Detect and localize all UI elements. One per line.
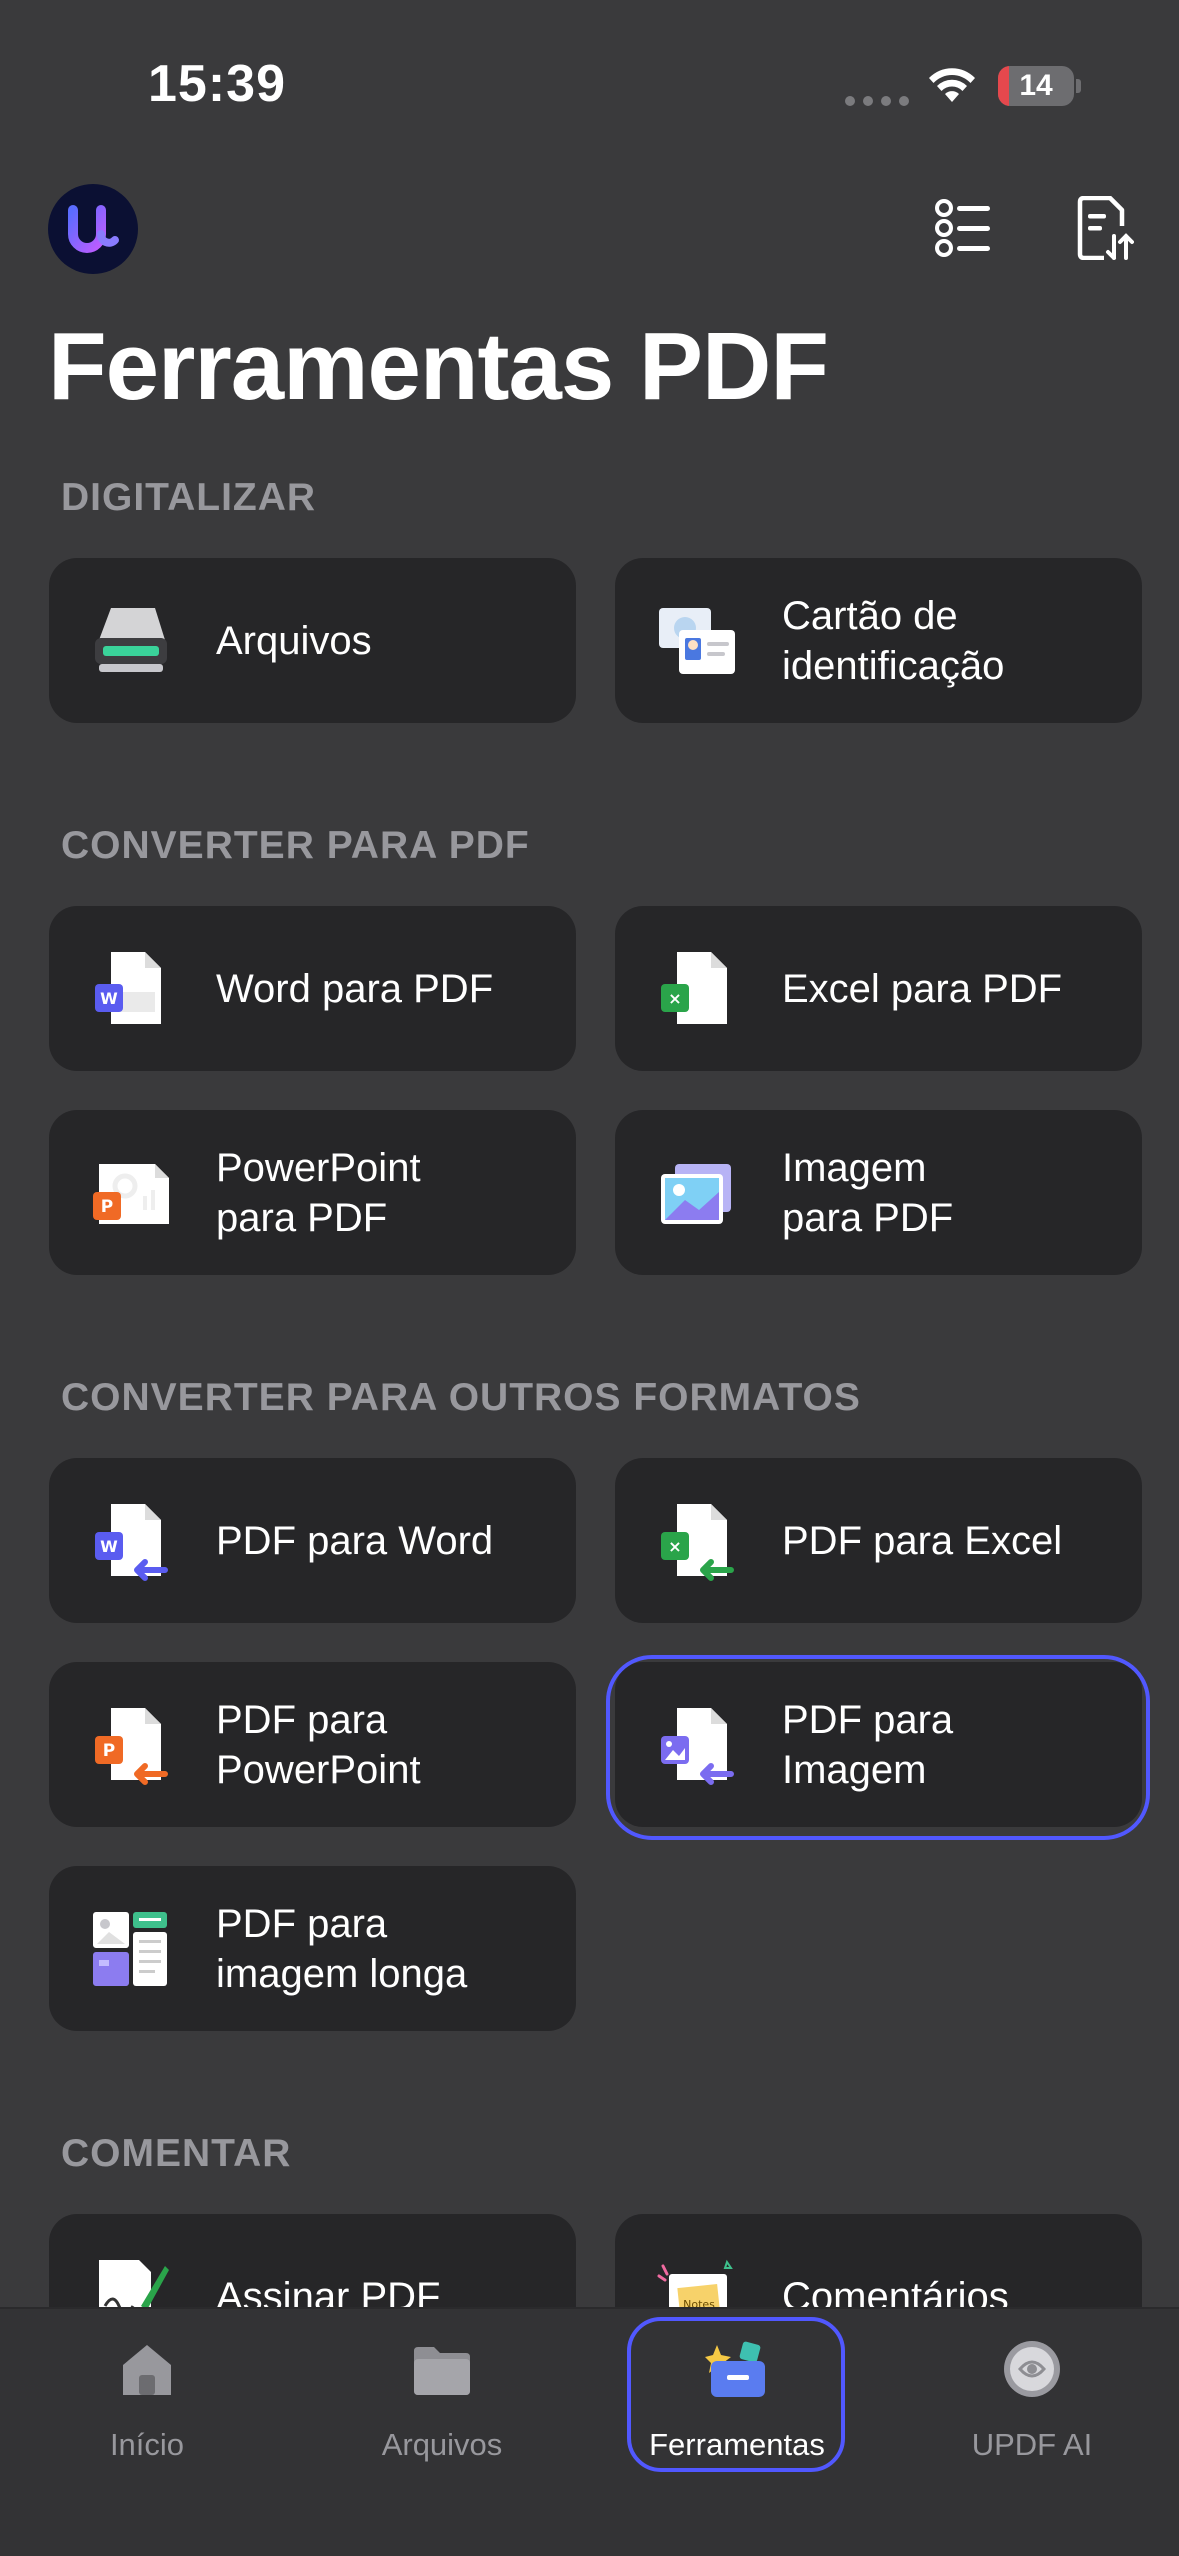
list-view-icon[interactable]	[934, 196, 994, 260]
tab-label: Arquivos	[381, 2427, 503, 2462]
section-title-convert-to-other: CONVERTER PARA OUTROS FORMATOS	[61, 1376, 861, 1419]
svg-text:×: ×	[668, 989, 681, 1008]
tab-files[interactable]: Arquivos	[322, 2309, 562, 2489]
tool-label: PDF para Imagem	[782, 1698, 954, 1792]
tool-label: Word para PDF	[216, 967, 494, 1011]
folder-icon	[414, 2347, 470, 2395]
tool-pdf-to-powerpoint[interactable]: P PDF para PowerPoint	[49, 1662, 576, 1827]
tab-selection-highlight	[627, 2317, 845, 2472]
tab-label: Início	[109, 2427, 185, 2462]
powerpoint-doc-icon: P	[93, 1164, 169, 1224]
scanner-icon	[95, 608, 167, 672]
pdf-to-image-icon	[661, 1708, 734, 1785]
tool-label: Cartão de identificação	[782, 594, 1005, 688]
updf-logo-icon	[68, 205, 119, 253]
tool-excel-to-pdf[interactable]: × Excel para PDF	[615, 906, 1142, 1071]
tab-home[interactable]: Início	[27, 2309, 267, 2489]
document-sort-icon[interactable]	[1074, 196, 1134, 260]
svg-text:P: P	[101, 1197, 113, 1217]
tool-pdf-to-image[interactable]: PDF para Imagem	[615, 1662, 1142, 1827]
tool-label: PDF para Excel	[782, 1519, 1063, 1563]
section-title-convert-to-pdf: CONVERTER PARA PDF	[61, 824, 530, 867]
tab-bar: Início Arquivos Ferramentas UPDF AI	[0, 2307, 1179, 2556]
tool-word-to-pdf[interactable]: W Word para PDF	[49, 906, 576, 1071]
pdf-to-powerpoint-icon: P	[95, 1708, 168, 1785]
tool-label: Arquivos	[216, 619, 372, 663]
tool-label: PowerPoint para PDF	[216, 1146, 421, 1240]
tool-label: PDF para PowerPoint	[216, 1698, 421, 1792]
tab-label: UPDF AI	[971, 2427, 1093, 2462]
tool-pdf-to-word[interactable]: W PDF para Word	[49, 1458, 576, 1623]
tool-label: PDF para Word	[216, 1519, 494, 1563]
battery-indicator: 14	[998, 66, 1081, 106]
ai-assistant-icon	[1004, 2341, 1060, 2397]
svg-text:×: ×	[668, 1537, 681, 1556]
pdf-to-excel-icon: ×	[661, 1504, 734, 1581]
status-bar: 15:39 14	[0, 0, 1179, 170]
tool-scan-files[interactable]: Arquivos	[49, 558, 576, 723]
page-title: Ferramentas PDF	[48, 313, 829, 420]
home-icon	[123, 2345, 171, 2395]
word-doc-icon: W	[95, 952, 161, 1024]
tool-powerpoint-to-pdf[interactable]: P PowerPoint para PDF	[49, 1110, 576, 1275]
tool-pdf-to-excel[interactable]: × PDF para Excel	[615, 1458, 1142, 1623]
status-time: 15:39	[148, 55, 286, 113]
wifi-icon	[929, 68, 975, 102]
excel-doc-icon: ×	[661, 952, 727, 1024]
long-image-icon	[93, 1912, 167, 1986]
section-title-scan: DIGITALIZAR	[61, 476, 317, 519]
section-title-comment: COMENTAR	[61, 2132, 292, 2175]
tab-updf-ai[interactable]: UPDF AI	[912, 2309, 1152, 2489]
app-logo-button[interactable]	[48, 184, 138, 274]
image-gallery-icon	[661, 1164, 731, 1224]
svg-text:W: W	[100, 1537, 118, 1556]
svg-text:W: W	[100, 989, 118, 1008]
tool-scan-id-card[interactable]: Cartão de identificação	[615, 558, 1142, 723]
tool-label: PDF para imagem longa	[216, 1902, 468, 1996]
battery-level: 14	[1019, 69, 1053, 102]
tool-image-to-pdf[interactable]: Imagem para PDF	[615, 1110, 1142, 1275]
tool-label: Imagem para PDF	[782, 1146, 954, 1240]
tool-label: Excel para PDF	[782, 967, 1063, 1011]
pdf-to-word-icon: W	[95, 1504, 168, 1581]
id-card-icon	[659, 608, 735, 674]
svg-text:P: P	[103, 1741, 115, 1761]
tool-pdf-to-long-image[interactable]: PDF para imagem longa	[49, 1866, 576, 2031]
cellular-signal-icon	[845, 96, 909, 106]
